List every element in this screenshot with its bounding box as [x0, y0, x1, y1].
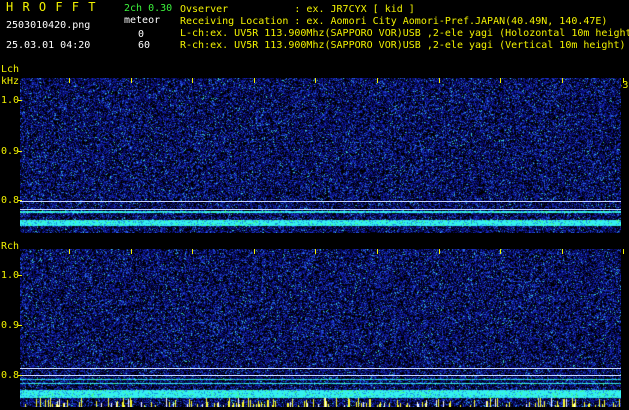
rch-spectrogram [20, 249, 621, 407]
rch-ytick-label: 0.9 [1, 320, 20, 331]
location-line: Receiving Location : ex. Aomori City Aom… [180, 16, 608, 27]
count-b: 60 [138, 40, 151, 51]
freq-tick [18, 100, 22, 101]
lch-ytick-label: 0.9 [1, 146, 20, 157]
app-title: H R O F F T [6, 0, 97, 14]
time-tick [623, 78, 625, 83]
time-tick [130, 78, 132, 83]
freq-tick [18, 200, 22, 201]
rch-marker-line [20, 368, 621, 369]
time-tick [377, 78, 378, 83]
time-tick [192, 249, 194, 254]
lch-ytick-label: 0.8 [1, 195, 20, 206]
freq-tick [18, 375, 22, 376]
time-tick [561, 78, 563, 83]
lch-info-line: L-ch:ex. UV5R 113.900Mhz(SAPPORO VOR)USB… [180, 28, 629, 39]
freq-tick [18, 275, 22, 276]
time-tick [377, 249, 378, 254]
rch-ytick-label: 0.8 [1, 370, 20, 381]
time-tick [253, 78, 255, 83]
time-tick [623, 249, 625, 254]
time-tick [500, 249, 502, 254]
lch-unit-label: kHz [1, 76, 20, 87]
time-tick [561, 249, 563, 254]
lch-label: Lch [1, 64, 20, 75]
freq-tick [18, 325, 22, 326]
time-tick [438, 249, 440, 254]
lch-ytick-label: 1.0 [1, 95, 20, 106]
lch-marker-line [20, 201, 621, 202]
rch-marker-line [20, 375, 621, 376]
time-tick [438, 78, 440, 83]
lch-marker-line [20, 209, 621, 210]
time-tick [130, 249, 132, 254]
rch-ytick-label: 1.0 [1, 270, 20, 281]
time-tick [500, 78, 502, 83]
time-tick [192, 78, 194, 83]
rch-label: Rch [1, 241, 20, 252]
time-tick [69, 249, 70, 254]
time-tick [253, 249, 255, 254]
channel-info: 2ch 0.30 [124, 3, 173, 14]
rch-info-line: R-ch:ex. UV5R 113.900Mhz(SAPPORO VOR)USB… [180, 40, 626, 51]
mode-label: meteor [124, 15, 161, 26]
freq-tick [18, 151, 22, 152]
time-tick [69, 78, 70, 83]
filename-label: 2503010420.png [6, 20, 91, 31]
time-tick [315, 249, 317, 254]
time-tick [315, 78, 317, 83]
observer-line: Ovserver : ex. JR7CYX [ kid ] [180, 4, 415, 15]
datetime-label: 25.03.01 04:20 [6, 40, 91, 51]
